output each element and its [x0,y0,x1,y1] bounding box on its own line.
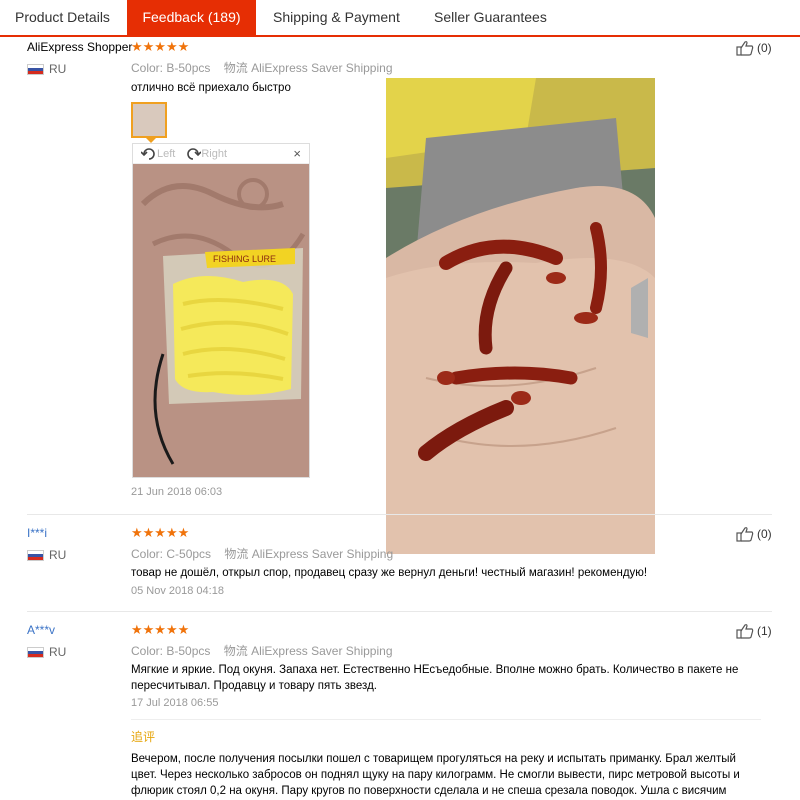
additional-feedback-label: 追评 [131,730,156,744]
review-date: 05 Nov 2018 04:18 [131,585,224,597]
tab-shipping-payment[interactable]: Shipping & Payment [256,0,416,35]
star-rating: ★★★★★ [131,39,190,54]
logistics-label: 物流 [223,644,248,658]
country-code: RU [49,62,67,76]
color-value: B-50pcs [166,61,211,75]
color-value: B-50pcs [166,644,211,658]
review-photo-thumbnail[interactable] [131,102,167,138]
order-info: Color: B-50pcs 物流 AliExpress Saver Shipp… [131,59,393,76]
reviewer-name[interactable]: A***v [27,623,55,637]
review-date: 21 Jun 2018 06:03 [131,486,223,498]
red-lures-in-hand-photo [386,78,655,554]
helpful-count: (0) [757,41,772,55]
order-info: Color: C-50pcs 物流 AliExpress Saver Shipp… [131,545,393,562]
color-label: Color: [131,644,164,658]
rotate-left-label: Left [157,147,176,160]
reviewer-name: AliExpress Shopper [27,40,133,54]
close-icon[interactable]: × [293,146,301,161]
tab-bar: Product Details Feedback (189) Shipping … [0,0,800,37]
russia-flag-icon [27,63,44,75]
rotate-right-icon [187,147,202,160]
logistics-label: 物流 [224,547,249,561]
image-viewer: Left Right × FISHING LURE [132,143,310,478]
review-date: 17 Jul 2018 06:55 [131,697,219,709]
color-value: C-50pcs [166,547,212,561]
helpful-count: (1) [757,624,772,638]
review-divider [27,611,772,612]
package-label: FISHING LURE [213,254,276,264]
thumbs-up-icon [736,527,754,542]
rotate-left-icon [141,147,155,160]
rotate-right-button[interactable]: Right [185,147,227,161]
color-label: Color: [131,547,164,561]
reply-divider [131,719,761,720]
helpful-button[interactable]: (0) [736,526,772,542]
star-rating: ★★★★★ [131,622,190,637]
reviewer-name[interactable]: I***i [27,526,47,540]
rotate-left-button[interactable]: Left [141,147,175,161]
additional-feedback-text: Вечером, после получения посылки пошел с… [131,753,740,797]
reviewer-country: RU [27,62,66,76]
review-photo-hand [386,78,655,554]
tab-product-details[interactable]: Product Details [0,0,127,35]
tab-seller-guarantees[interactable]: Seller Guarantees [416,0,562,35]
rotate-right-label: Right [201,147,228,160]
helpful-button[interactable]: (0) [736,40,772,56]
country-code: RU [49,645,67,659]
helpful-button[interactable]: (1) [736,623,772,639]
logistics-value: AliExpress Saver Shipping [251,644,393,658]
country-code: RU [49,548,67,562]
reviewer-country: RU [27,548,66,562]
thumbs-up-icon [736,624,754,639]
review-photo-large: FISHING LURE [133,164,309,477]
logistics-value: AliExpress Saver Shipping [251,61,393,75]
logistics-label: 物流 [223,61,248,75]
review-text: товар не дошёл, открыл спор, продавец ср… [131,567,648,579]
viewer-toolbar: Left Right [133,144,309,164]
russia-flag-icon [27,646,44,658]
review-text: Мягкие и яркие. Под окуня. Запаха нет. Е… [131,664,739,692]
reviewer-country: RU [27,645,66,659]
logistics-value: AliExpress Saver Shipping [251,547,394,561]
page: Product Details Feedback (189) Shipping … [0,0,800,800]
tab-feedback[interactable]: Feedback (189) [127,0,256,35]
yellow-lures-bag-photo: FISHING LURE [133,164,309,477]
russia-flag-icon [27,549,44,561]
thumbs-up-icon [736,41,754,56]
color-label: Color: [131,61,164,75]
star-rating: ★★★★★ [131,525,190,540]
review-divider [27,514,772,515]
order-info: Color: B-50pcs 物流 AliExpress Saver Shipp… [131,642,393,659]
helpful-count: (0) [757,527,772,541]
